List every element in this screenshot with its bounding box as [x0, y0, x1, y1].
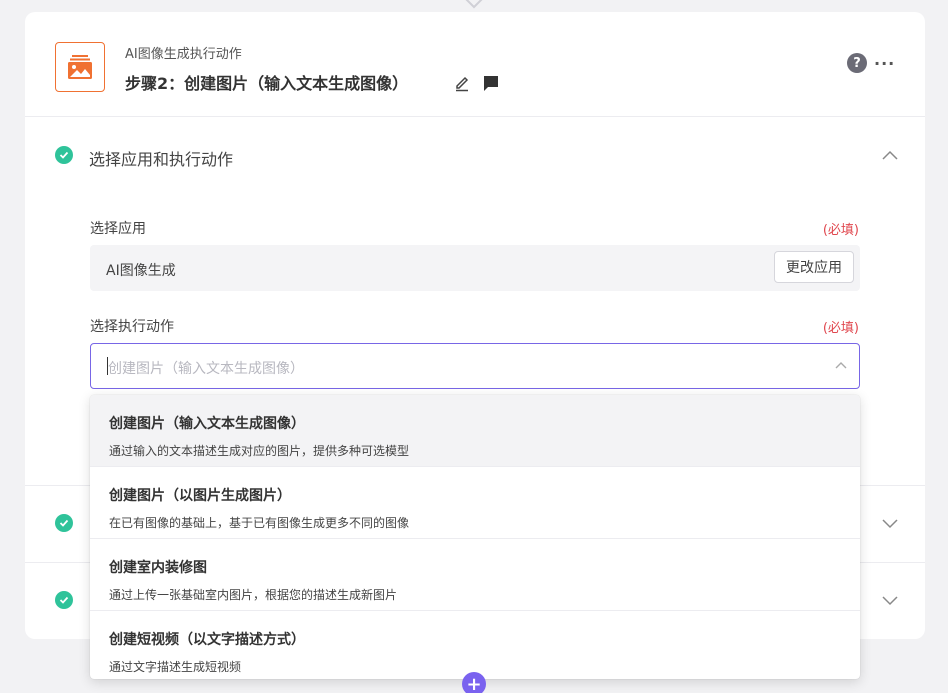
action-select-placeholder: 创建图片（输入文本生成图像） [108, 361, 304, 377]
change-app-button[interactable]: 更改应用 [774, 251, 854, 283]
selected-app-box: AI图像生成 更改应用 [90, 245, 860, 291]
check-circle-icon [55, 591, 73, 609]
option-description: 在已有图像的基础上，基于已有图像生成更多不同的图像 [109, 516, 410, 530]
chevron-down-icon[interactable] [881, 591, 899, 609]
step-title: 步骤2：创建图片（输入文本生成图像） [125, 74, 409, 93]
required-marker: (必填) [822, 321, 859, 336]
option-description: 通过文字描述生成短视频 [109, 660, 242, 674]
selected-app-value: AI图像生成 [106, 263, 176, 279]
image-app-logo-icon [55, 42, 105, 92]
comment-icon[interactable] [482, 74, 500, 92]
option-description: 通过上传一张基础室内图片，根据您的描述生成新图片 [109, 588, 398, 602]
step-header: AI图像生成执行动作 步骤2：创建图片（输入文本生成图像） ? ··· [25, 12, 925, 117]
step-subtitle: AI图像生成执行动作 [125, 47, 242, 62]
action-field-label: 选择执行动作 [90, 319, 174, 335]
chevron-up-icon[interactable] [881, 147, 899, 165]
option-title: 创建短视频（以文字描述方式） [109, 632, 305, 648]
flow-connector-top [465, 0, 483, 9]
dropdown-option[interactable]: 创建图片（以图片生成图片） 在已有图像的基础上，基于已有图像生成更多不同的图像 [90, 467, 860, 539]
dropdown-option[interactable]: 创建短视频（以文字描述方式） 通过文字描述生成短视频 [90, 611, 860, 679]
option-title: 创建图片（输入文本生成图像） [109, 416, 305, 432]
dropdown-option[interactable]: 创建室内装修图 通过上传一张基础室内图片，根据您的描述生成新图片 [90, 539, 860, 611]
action-dropdown-menu: 创建图片（输入文本生成图像） 通过输入的文本描述生成对应的图片，提供多种可选模型… [90, 395, 860, 679]
check-circle-icon [55, 146, 73, 164]
chevron-down-icon[interactable] [881, 514, 899, 532]
more-options-icon[interactable]: ··· [874, 54, 895, 73]
app-field-label: 选择应用 [90, 221, 146, 237]
chevron-up-icon[interactable] [833, 358, 849, 374]
edit-icon[interactable] [453, 74, 471, 92]
add-step-button[interactable]: + [462, 672, 486, 693]
dropdown-option[interactable]: 创建图片（输入文本生成图像） 通过输入的文本描述生成对应的图片，提供多种可选模型 [90, 395, 860, 467]
required-marker: (必填) [822, 223, 859, 238]
check-circle-icon [55, 514, 73, 532]
option-title: 创建图片（以图片生成图片） [109, 488, 291, 504]
help-icon[interactable]: ? [847, 53, 867, 73]
action-select-input[interactable]: 创建图片（输入文本生成图像） [90, 343, 860, 389]
option-title: 创建室内装修图 [109, 560, 207, 576]
section-app-action-header[interactable]: 选择应用和执行动作 [25, 117, 925, 195]
option-description: 通过输入的文本描述生成对应的图片，提供多种可选模型 [109, 444, 410, 458]
section-title: 选择应用和执行动作 [89, 150, 234, 169]
